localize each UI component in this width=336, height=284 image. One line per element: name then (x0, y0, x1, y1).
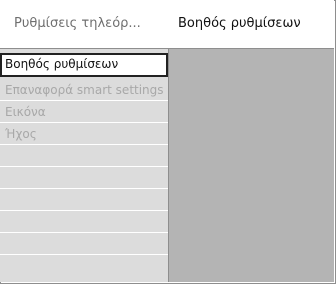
settings-menu: Βοηθός ρυθμίσεων Επαναφορά smart setting… (0, 49, 168, 282)
menu-item-label: Εικόνα (5, 105, 46, 119)
menu-item-label: Επαναφορά smart settings (5, 83, 164, 97)
menu-item-reset-smart-settings[interactable]: Επαναφορά smart settings (0, 79, 168, 101)
menu-item-empty (0, 211, 168, 233)
menu-item-sound[interactable]: Ήχος (0, 123, 168, 145)
menu-item-empty (0, 189, 168, 211)
menu-item-empty (0, 255, 168, 277)
menu-item-settings-assistant[interactable]: Βοηθός ρυθμίσεων (0, 53, 168, 77)
page-title: Βοηθός ρυθμίσεων (178, 16, 301, 31)
breadcrumb-tv-settings[interactable]: Ρυθμίσεις τηλεόρ... (14, 16, 141, 31)
menu-item-picture[interactable]: Εικόνα (0, 101, 168, 123)
header-bar: Ρυθμίσεις τηλεόρ... Βοηθός ρυθμίσεων (0, 0, 334, 48)
menu-item-empty (0, 167, 168, 189)
menu-item-empty (0, 145, 168, 167)
menu-item-label: Βοηθός ρυθμίσεων (5, 57, 119, 71)
menu-item-empty (0, 233, 168, 255)
menu-item-label: Ήχος (5, 127, 37, 141)
content-panel (169, 49, 334, 282)
